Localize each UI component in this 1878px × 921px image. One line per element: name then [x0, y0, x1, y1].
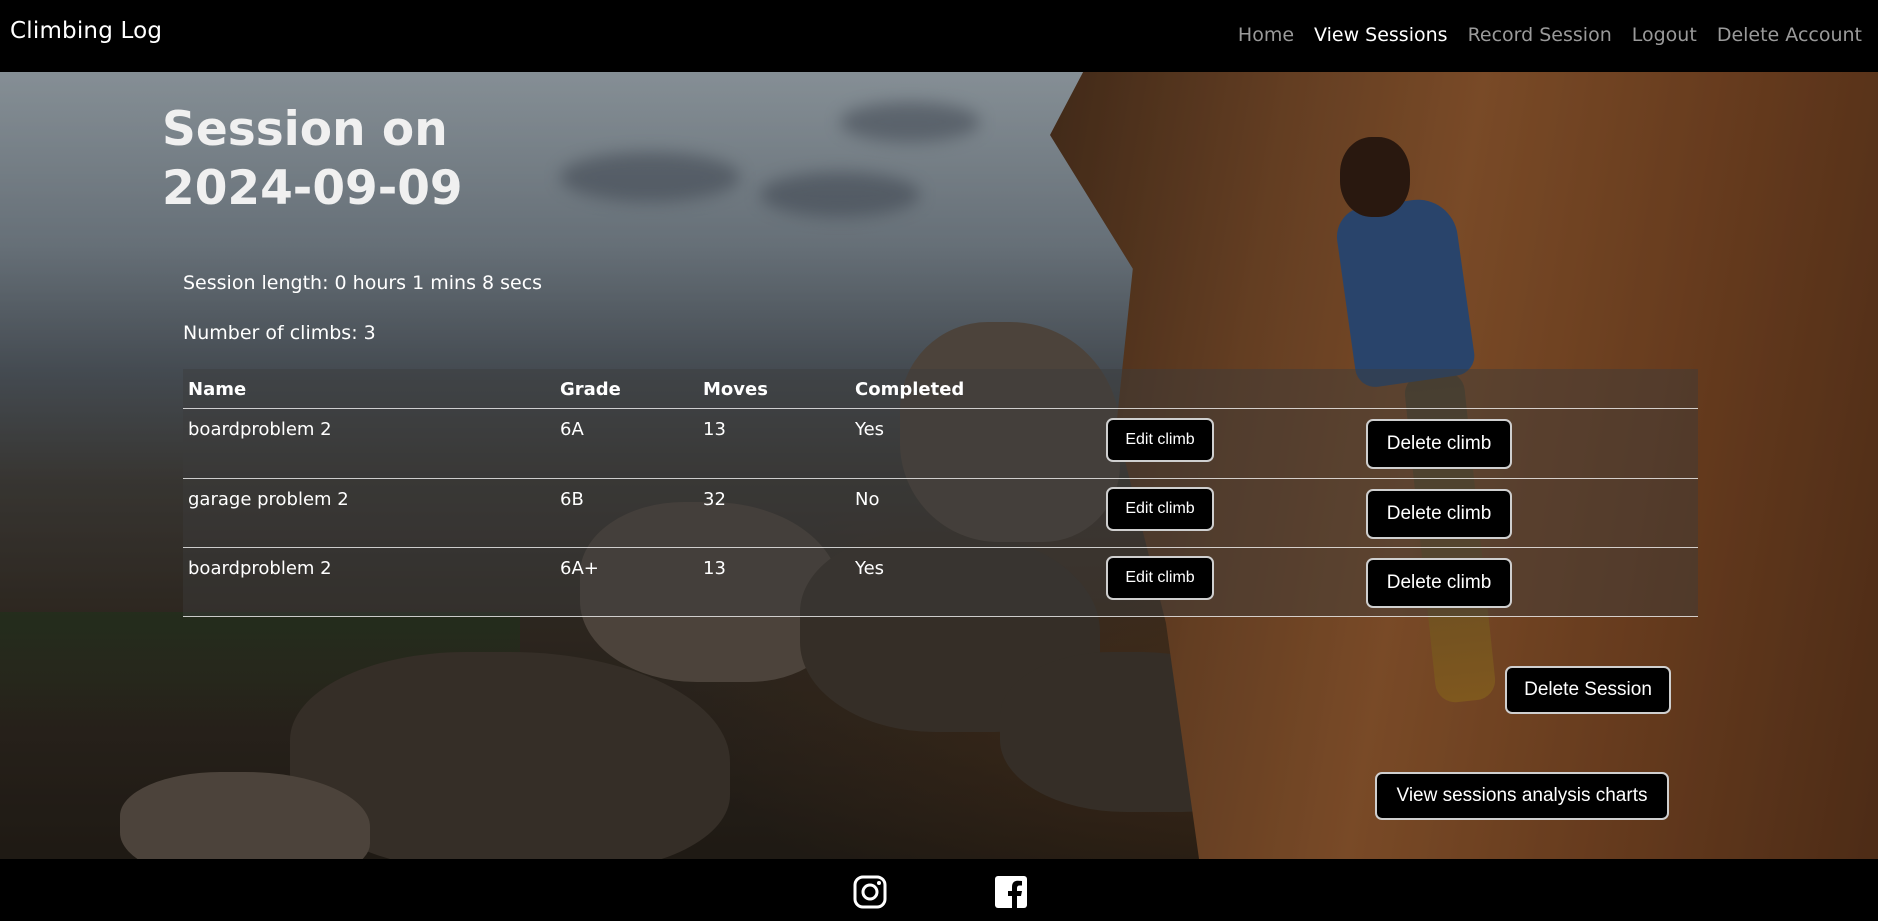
- nav-view-sessions[interactable]: View Sessions: [1314, 24, 1448, 46]
- cell-grade: 6A: [560, 419, 584, 440]
- cell-name: boardproblem 2: [188, 419, 332, 440]
- cell-grade: 6B: [560, 489, 584, 510]
- brand-logo[interactable]: Climbing Log: [10, 18, 162, 44]
- view-charts-button[interactable]: View sessions analysis charts: [1375, 772, 1669, 820]
- cell-moves: 13: [703, 558, 726, 579]
- edit-climb-button[interactable]: Edit climb: [1106, 418, 1214, 462]
- instagram-icon[interactable]: [852, 874, 888, 910]
- header-name: Name: [188, 379, 247, 400]
- nav-home[interactable]: Home: [1238, 24, 1294, 46]
- cell-name: boardproblem 2: [188, 558, 332, 579]
- nav-links: Home View Sessions Record Session Logout…: [1238, 24, 1862, 46]
- nav-logout[interactable]: Logout: [1632, 24, 1697, 46]
- cell-completed: No: [855, 489, 880, 510]
- cell-moves: 32: [703, 489, 726, 510]
- climbs-table: Name Grade Moves Completed boardproblem …: [183, 369, 1698, 617]
- delete-session-button[interactable]: Delete Session: [1505, 666, 1671, 714]
- navbar: Climbing Log Home View Sessions Record S…: [0, 0, 1878, 72]
- cell-completed: Yes: [855, 558, 885, 579]
- row-divider: [183, 478, 1698, 479]
- cell-completed: Yes: [855, 419, 885, 440]
- edit-climb-button[interactable]: Edit climb: [1106, 487, 1214, 531]
- nav-delete-account[interactable]: Delete Account: [1717, 24, 1862, 46]
- cell-grade: 6A+: [560, 558, 599, 579]
- session-length: Session length: 0 hours 1 mins 8 secs: [183, 272, 543, 294]
- page-title: Session on 2024-09-09: [162, 102, 463, 216]
- row-divider: [183, 616, 1698, 617]
- footer: [0, 859, 1878, 921]
- nav-record-session[interactable]: Record Session: [1468, 24, 1612, 46]
- climb-count: Number of climbs: 3: [183, 322, 376, 344]
- edit-climb-button[interactable]: Edit climb: [1106, 556, 1214, 600]
- header-moves: Moves: [703, 379, 768, 400]
- row-divider: [183, 547, 1698, 548]
- delete-climb-button[interactable]: Delete climb: [1366, 558, 1512, 608]
- header-grade: Grade: [560, 379, 621, 400]
- delete-climb-button[interactable]: Delete climb: [1366, 419, 1512, 469]
- header-completed: Completed: [855, 379, 965, 400]
- row-divider: [183, 408, 1698, 409]
- delete-climb-button[interactable]: Delete climb: [1366, 489, 1512, 539]
- cell-moves: 13: [703, 419, 726, 440]
- cell-name: garage problem 2: [188, 489, 349, 510]
- facebook-icon[interactable]: [993, 874, 1029, 910]
